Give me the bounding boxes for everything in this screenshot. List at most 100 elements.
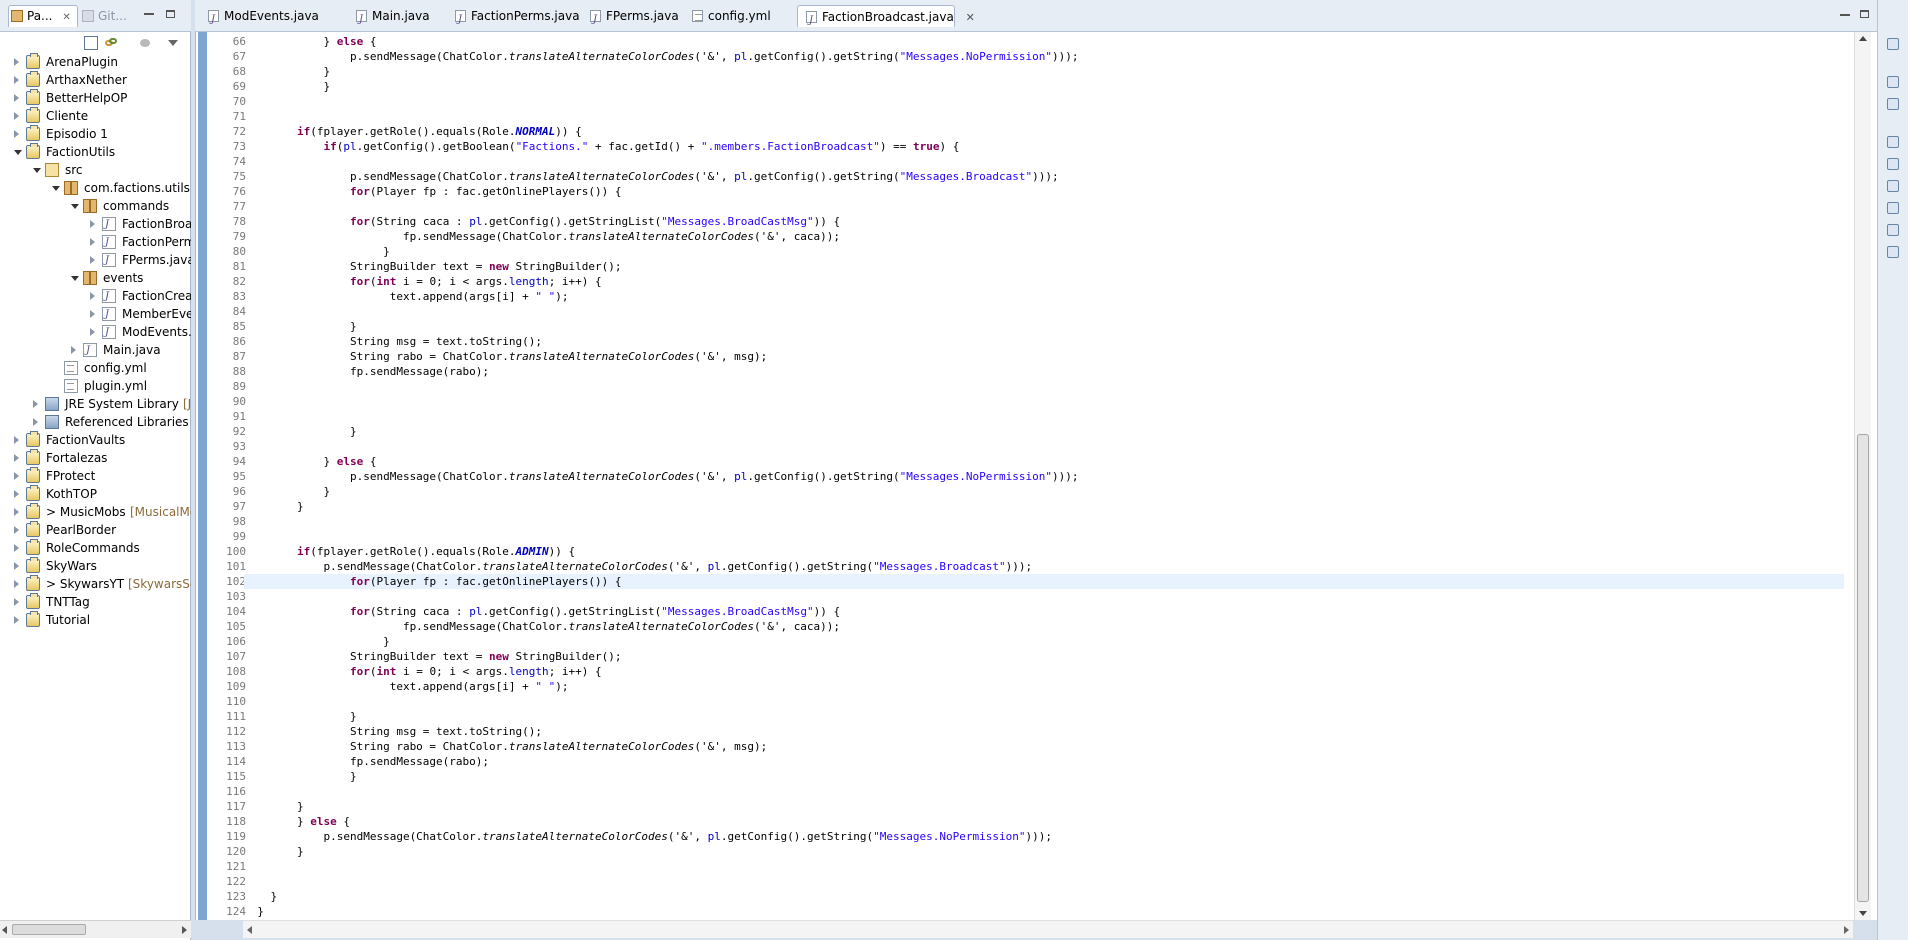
collapse-all-icon[interactable]	[84, 36, 98, 50]
tree-node[interactable]: ModEvents.	[0, 323, 191, 342]
code-line[interactable]: String rabo = ChatColor.translateAlterna…	[244, 739, 767, 754]
editor-text-area[interactable]: 66 67 68 69 70 71 72 73 74 75 76 77 78 79 80 81 82 83 84 85…	[195, 32, 1877, 920]
code-line[interactable]: for(Player fp : fac.getOnlinePlayers()) …	[244, 574, 1844, 589]
code-line[interactable]: }	[244, 889, 277, 904]
collapsed-arrow-icon[interactable]	[14, 472, 19, 480]
tab-factionperms-java[interactable]: FactionPerms.java	[447, 5, 597, 31]
tree-node[interactable]: config.yml	[0, 359, 191, 377]
collapsed-arrow-icon[interactable]	[14, 76, 19, 84]
code-line[interactable]: }	[244, 799, 304, 814]
collapsed-arrow-icon[interactable]	[14, 436, 19, 444]
tree-node[interactable]: Episodio 1	[0, 125, 191, 143]
code-line[interactable]: }	[244, 904, 264, 919]
code-line[interactable]: for(Player fp : fac.getOnlinePlayers()) …	[244, 184, 622, 199]
tree-node[interactable]: FactionBroa	[0, 215, 191, 234]
tree-node[interactable]: SkyWars	[0, 557, 191, 575]
minimize-icon[interactable]	[142, 8, 156, 22]
code-line[interactable]: p.sendMessage(ChatColor.translateAlterna…	[244, 829, 1052, 844]
close-icon[interactable]: ✕	[62, 12, 70, 23]
tree-node[interactable]: FactionUtils	[0, 143, 191, 161]
collapsed-arrow-icon[interactable]	[33, 418, 38, 426]
collapsed-arrow-icon[interactable]	[14, 598, 19, 606]
tree-node[interactable]: ArthaxNether	[0, 71, 191, 89]
code-line[interactable]: }	[244, 769, 357, 784]
tree-node[interactable]: > SkywarsYT[SkywarsSerie	[0, 575, 191, 593]
code-line[interactable]: }	[244, 319, 357, 334]
code-line[interactable]: text.append(args[i] + " ");	[244, 679, 569, 694]
code-line[interactable]: } else {	[244, 454, 376, 469]
code-line[interactable]: String msg = text.toString();	[244, 334, 542, 349]
source-code[interactable]: } else { p.sendMessage(ChatColor.transla…	[244, 32, 1844, 920]
tab-fperms-java[interactable]: FPerms.java	[582, 5, 682, 31]
code-line[interactable]: }	[244, 709, 357, 724]
collapsed-arrow-icon[interactable]	[14, 616, 19, 624]
tree-node[interactable]: FactionPerm	[0, 233, 191, 252]
scrollbar-thumb[interactable]	[1857, 434, 1869, 902]
progress-icon[interactable]	[1887, 246, 1899, 258]
code-line[interactable]: if(pl.getConfig().getBoolean("Factions."…	[244, 139, 959, 154]
code-line[interactable]: StringBuilder text = new StringBuilder()…	[244, 649, 622, 664]
code-line[interactable]: if(fplayer.getRole().equals(Role.NORMAL)…	[244, 124, 582, 139]
tree-node[interactable]: events	[0, 269, 191, 287]
problems-icon[interactable]	[1887, 136, 1899, 148]
code-line[interactable]: } else {	[244, 814, 350, 829]
tree-node[interactable]: FactionVaults	[0, 431, 191, 449]
tree-node[interactable]: BetterHelpOP	[0, 89, 191, 107]
collapsed-arrow-icon[interactable]	[14, 562, 19, 570]
collapsed-arrow-icon[interactable]	[14, 94, 19, 102]
tab-main-java[interactable]: Main.java	[348, 5, 446, 31]
expanded-arrow-icon[interactable]	[14, 150, 22, 155]
hierarchy-icon[interactable]	[1887, 76, 1899, 88]
tree-node[interactable]: PearlBorder	[0, 521, 191, 539]
collapsed-arrow-icon[interactable]	[14, 580, 19, 588]
collapsed-arrow-icon[interactable]	[14, 130, 19, 138]
declaration-icon[interactable]	[1887, 180, 1899, 192]
tree-node[interactable]: commands	[0, 197, 191, 215]
tree-node[interactable]: ArenaPlugin	[0, 53, 191, 71]
tree-node[interactable]: Referenced Libraries	[0, 413, 191, 431]
tree-node[interactable]: plugin.yml	[0, 377, 191, 395]
collapsed-arrow-icon[interactable]	[90, 220, 95, 228]
collapsed-arrow-icon[interactable]	[14, 454, 19, 462]
scroll-up-icon[interactable]	[1859, 36, 1867, 41]
code-line[interactable]: }	[244, 499, 304, 514]
scroll-left-icon[interactable]	[2, 926, 7, 934]
code-line[interactable]: text.append(args[i] + " ");	[244, 289, 569, 304]
collapsed-arrow-icon[interactable]	[14, 58, 19, 66]
code-line[interactable]: for(String caca : pl.getConfig().getStri…	[244, 214, 840, 229]
tree-node[interactable]: Tutorial	[0, 611, 191, 629]
code-line[interactable]: fp.sendMessage(ChatColor.translateAltern…	[244, 619, 840, 634]
code-line[interactable]: }	[244, 484, 330, 499]
code-line[interactable]: }	[244, 844, 304, 859]
code-line[interactable]: p.sendMessage(ChatColor.translateAlterna…	[244, 559, 1032, 574]
filter-icon[interactable]	[138, 36, 152, 50]
editor-horizontal-scrollbar[interactable]	[243, 920, 1853, 938]
scroll-down-icon[interactable]	[1859, 911, 1867, 916]
code-line[interactable]: for(String caca : pl.getConfig().getStri…	[244, 604, 840, 619]
tab-git[interactable]: Git...	[80, 6, 140, 26]
close-tab-icon[interactable]: ✕	[966, 7, 975, 29]
tab-config-yml[interactable]: config.yml	[684, 5, 784, 27]
tree-node[interactable]: RoleCommands	[0, 539, 191, 557]
collapsed-arrow-icon[interactable]	[90, 328, 95, 336]
collapsed-arrow-icon[interactable]	[33, 400, 38, 408]
outline-icon[interactable]	[1887, 38, 1899, 50]
tree-node[interactable]: Cliente	[0, 107, 191, 125]
editor-vertical-scrollbar[interactable]	[1854, 32, 1871, 920]
expanded-arrow-icon[interactable]	[33, 168, 41, 173]
code-line[interactable]: p.sendMessage(ChatColor.translateAlterna…	[244, 49, 1079, 64]
tree-node[interactable]: KothTOP	[0, 485, 191, 503]
code-line[interactable]: fp.sendMessage(rabo);	[244, 364, 489, 379]
search-icon[interactable]	[1887, 202, 1899, 214]
tree-node[interactable]: FPerms.java	[0, 251, 191, 270]
maximize-icon[interactable]	[164, 8, 178, 22]
collapsed-arrow-icon[interactable]	[90, 292, 95, 300]
code-line[interactable]: p.sendMessage(ChatColor.translateAlterna…	[244, 169, 1059, 184]
tab-factionbroadcast-java[interactable]: FactionBroadcast.java ✕	[797, 5, 975, 32]
code-line[interactable]: for(int i = 0; i < args.length; i++) {	[244, 664, 602, 679]
code-line[interactable]: }	[244, 244, 390, 259]
view-menu-icon[interactable]	[166, 36, 180, 50]
collapsed-arrow-icon[interactable]	[14, 112, 19, 120]
tree-node[interactable]: FactionCrea	[0, 287, 191, 306]
code-line[interactable]: StringBuilder text = new StringBuilder()…	[244, 259, 622, 274]
